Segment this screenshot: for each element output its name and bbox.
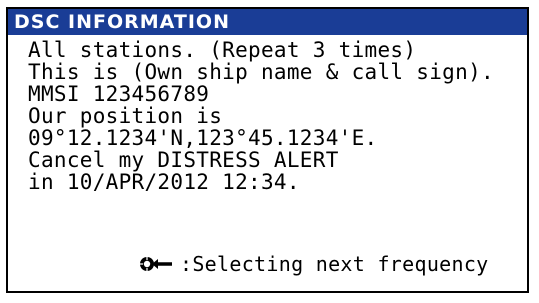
enter-knob-icon [138, 254, 176, 274]
footer-hint-text: :Selecting next frequency [180, 252, 489, 276]
window-title: DSC INFORMATION [8, 9, 527, 35]
message-line-recipients: All stations. (Repeat 3 times) [28, 38, 417, 62]
message-line-position-value: 09°12.1234'N,123°45.1234'E. [28, 126, 378, 150]
footer-hint: :Selecting next frequency [138, 253, 489, 275]
message-body: All stations. (Repeat 3 times) This is (… [28, 39, 523, 193]
message-line-mmsi: MMSI 123456789 [28, 82, 210, 106]
message-line-datetime: in 10/APR/2012 12:34. [28, 170, 300, 194]
dsc-information-window: DSC INFORMATION All stations. (Repeat 3 … [6, 7, 529, 293]
message-line-position-label: Our position is [28, 104, 223, 128]
message-line-cancel-alert: Cancel my DISTRESS ALERT [28, 148, 339, 172]
message-line-ship-identity: This is (Own ship name & call sign). [28, 60, 494, 84]
